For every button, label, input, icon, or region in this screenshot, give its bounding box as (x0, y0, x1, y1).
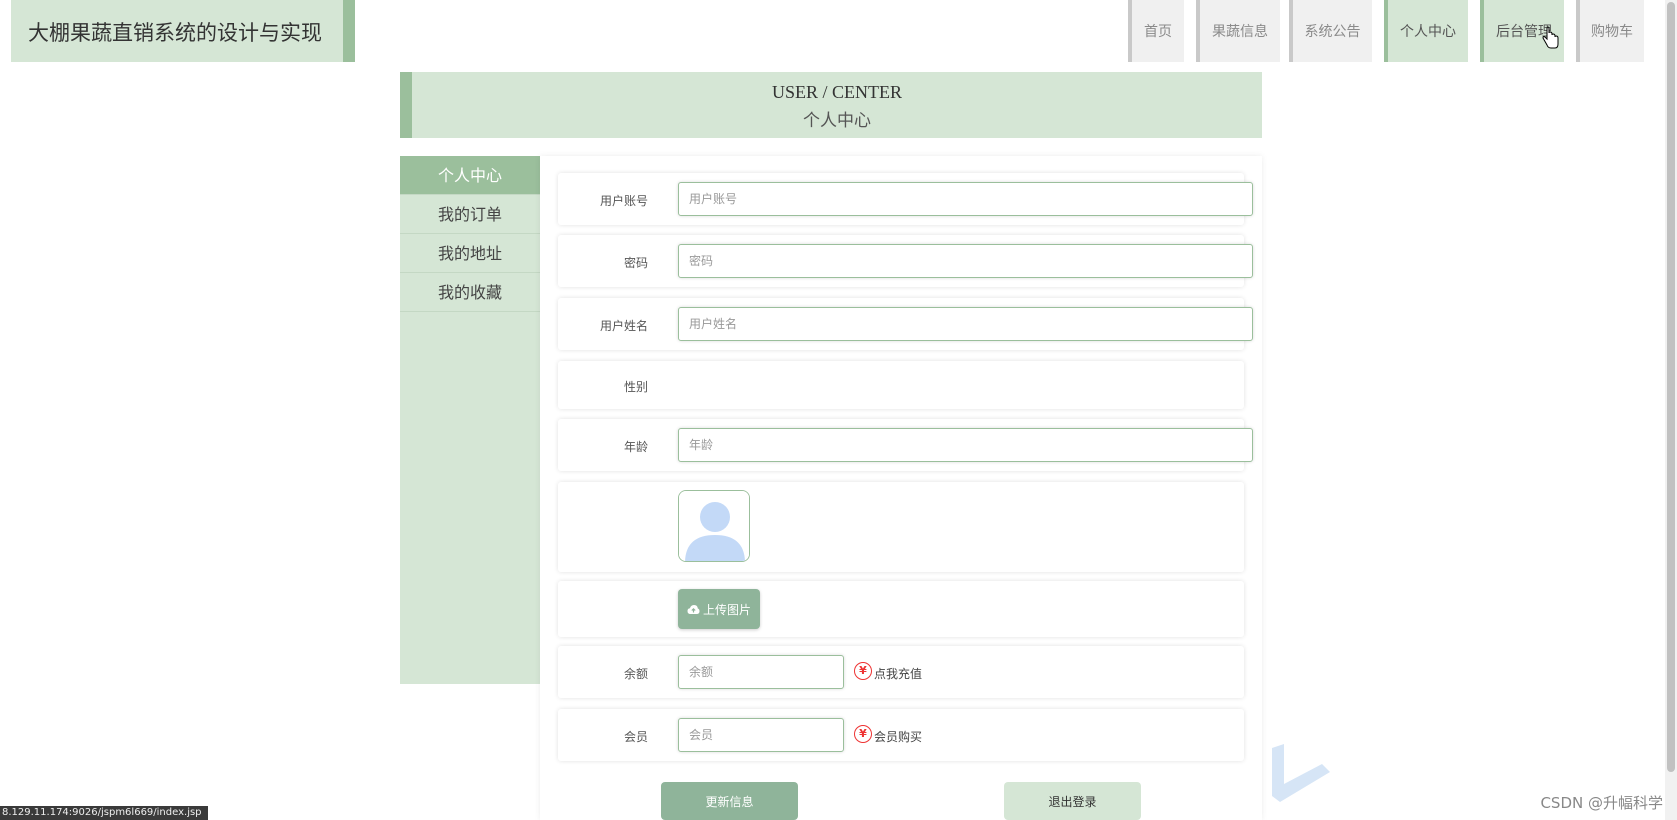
logout-button[interactable]: 退出登录 (1004, 782, 1141, 820)
banner-title-en: USER / CENTER (771, 82, 902, 102)
balance-label: 余额 (623, 667, 648, 681)
user-sidebar: 个人中心 我的订单 我的地址 我的收藏 (400, 156, 540, 684)
form-row-upload: 上传图片 (558, 581, 1244, 637)
account-input[interactable] (678, 182, 1253, 216)
status-bar-url: 8.129.11.174:9026/jspm6l669/index.jsp (0, 806, 208, 820)
decorative-logo-icon (1272, 744, 1330, 802)
update-info-button[interactable]: 更新信息 (661, 782, 798, 820)
profile-form-panel: 用户账号 密码 用户姓名 性别 年龄 上传图片 (540, 156, 1262, 820)
nav-announcements[interactable]: 系统公告 (1289, 0, 1372, 62)
form-row-password: 密码 (558, 235, 1253, 287)
name-input[interactable] (678, 307, 1253, 341)
password-input[interactable] (678, 244, 1253, 278)
age-input[interactable] (678, 428, 1253, 462)
nav-user-center[interactable]: 个人中心 (1384, 0, 1468, 62)
member-label: 会员 (623, 730, 648, 744)
nav-cart[interactable]: 购物车 (1576, 0, 1644, 62)
form-row-balance: 余额 ¥ 点我充值 (558, 646, 1244, 698)
sidebar-item-my-orders[interactable]: 我的订单 (400, 195, 540, 234)
account-label: 用户账号 (599, 194, 648, 208)
upload-image-label: 上传图片 (702, 602, 751, 617)
user-center-banner: USER / CENTER 个人中心 (400, 72, 1262, 138)
form-row-member: 会员 ¥ 会员购买 (558, 709, 1244, 761)
avatar (678, 490, 750, 562)
cloud-upload-icon (687, 604, 700, 614)
upload-image-button[interactable]: 上传图片 (678, 589, 760, 629)
name-label: 用户姓名 (599, 319, 648, 333)
form-row-gender: 性别 (558, 361, 1244, 409)
site-brand: 大棚果蔬直销系统的设计与实现 (11, 0, 355, 62)
sidebar-item-my-favorites[interactable]: 我的收藏 (400, 273, 540, 312)
user-silhouette-icon (679, 491, 749, 561)
sidebar-item-my-address[interactable]: 我的地址 (400, 234, 540, 273)
page-scrollbar[interactable] (1665, 0, 1677, 820)
age-label: 年龄 (623, 440, 648, 454)
form-row-name: 用户姓名 (558, 298, 1253, 350)
yen-icon: ¥ (854, 662, 872, 680)
hand-cursor-icon (1542, 26, 1559, 49)
site-title: 大棚果蔬直销系统的设计与实现 (28, 21, 322, 45)
member-input[interactable] (678, 718, 844, 752)
sidebar-item-user-center[interactable]: 个人中心 (400, 156, 540, 195)
yen-icon: ¥ (854, 725, 872, 743)
form-row-avatar (558, 482, 1244, 572)
balance-input[interactable] (678, 655, 844, 689)
watermark: CSDN @升幅科学 (1540, 794, 1663, 812)
password-label: 密码 (623, 256, 648, 270)
scrollbar-thumb[interactable] (1667, 2, 1675, 772)
form-row-account: 用户账号 (558, 173, 1253, 225)
nav-home[interactable]: 首页 (1128, 0, 1184, 62)
banner-title-cn: 个人中心 (803, 111, 871, 131)
recharge-link[interactable]: 点我充值 (874, 665, 922, 682)
form-row-age: 年龄 (558, 419, 1253, 471)
member-buy-link[interactable]: 会员购买 (874, 728, 922, 745)
nav-produce-info[interactable]: 果蔬信息 (1196, 0, 1280, 62)
gender-label: 性别 (623, 380, 648, 394)
